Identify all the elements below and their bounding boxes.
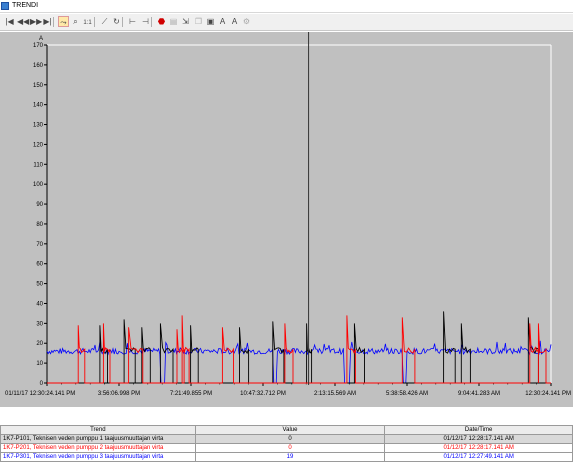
font-color-button[interactable]: A <box>229 16 240 27</box>
value-axis-button[interactable]: ⊣ <box>140 16 151 27</box>
trend-chart: A 0 10 20 30 40 50 60 70 80 90 100 110 120 130 140 150 16… <box>0 32 573 407</box>
x-tick-label: 10:47:32.712 PM <box>240 391 286 397</box>
y-tick-label: 120 <box>33 142 44 148</box>
value-axis-icon: ⊣ <box>142 17 149 26</box>
export-button[interactable]: ⇲ <box>180 16 191 27</box>
trend-datetime-cell: 01/12/17 12:28:17.141 AM <box>384 434 573 444</box>
y-tick-label: 20 <box>36 341 43 347</box>
font-color-icon: A <box>231 17 238 26</box>
refresh-button[interactable]: ↻ <box>111 16 122 27</box>
next-page-button[interactable]: ▶▶ <box>30 16 43 27</box>
y-tick-label: 80 <box>36 222 43 228</box>
zoom-button[interactable]: ⌕ <box>70 16 81 27</box>
y-axis-unit-label: A <box>39 36 43 42</box>
font-icon: A <box>219 17 226 26</box>
printer-icon: ▤ <box>169 17 178 26</box>
title-bar: TRENDI <box>0 0 573 13</box>
prev-page-button[interactable]: ◀◀ <box>17 16 30 27</box>
y-tick-label: 50 <box>36 282 43 288</box>
table-row[interactable]: 1K7-P301, Teknisen veden pumppu 3 taajuu… <box>0 452 573 462</box>
y-tick-label: 70 <box>36 242 43 248</box>
refresh-icon: ↻ <box>113 17 120 26</box>
y-tick-label: 30 <box>36 321 43 327</box>
export-icon: ⇲ <box>182 17 189 26</box>
series-line-pump-2 <box>47 315 551 384</box>
y-tick-label: 60 <box>36 262 43 268</box>
y-tick-label: 90 <box>36 202 43 208</box>
time-axis-button[interactable]: ⊢ <box>127 16 138 27</box>
y-tick-label: 150 <box>33 83 44 89</box>
settings-icon: ⚙ <box>242 17 251 26</box>
trend-window: TRENDI |◀ ◀◀ ▶▶ ▶| ⤳ ⌕ 1:1 ⟋ ↻ ⊢ ⊣ ⬣ ▤ ⇲ ❐ ▣ A A ⚙ A 0 10 20 3… <box>0 0 573 466</box>
toolbar-separator <box>122 17 123 27</box>
window-title: TRENDI <box>12 2 39 9</box>
trend-name-cell: 1K7-P301, Teknisen veden pumppu 3 taajuu… <box>0 452 196 462</box>
trend-value-cell: 0 <box>194 434 386 444</box>
fast-forward-icon: ▶▶ <box>30 17 43 26</box>
x-tick-label: 9:04:41.283 AM <box>458 391 500 397</box>
trend-mode-button[interactable]: ⤳ <box>58 16 69 27</box>
x-tick-label: 7:21:49.855 PM <box>170 391 212 397</box>
trend-name-cell: 1K7-P201, Teknisen veden pumppu 2 taajuu… <box>0 443 196 453</box>
last-page-button[interactable]: ▶| <box>42 16 53 27</box>
save-button[interactable]: ▣ <box>205 16 216 27</box>
column-header-datetime[interactable]: Date/Time <box>384 425 573 435</box>
toolbar: |◀ ◀◀ ▶▶ ▶| ⤳ ⌕ 1:1 ⟋ ↻ ⊢ ⊣ ⬣ ▤ ⇲ ❐ ▣ A A ⚙ <box>0 14 573 31</box>
time-axis-icon: ⊢ <box>129 17 136 26</box>
copy-button[interactable]: ❐ <box>193 16 204 27</box>
trend-datetime-cell: 01/12/17 12:28:17.141 AM <box>384 443 573 453</box>
y-tick-label: 130 <box>33 123 44 129</box>
rewind-icon: ◀◀ <box>17 17 30 26</box>
trend-legend-panel: Trend Value Date/Time 1K7-P101, Teknisen… <box>0 407 573 466</box>
x-tick-label: 5:38:58.426 AM <box>386 391 428 397</box>
save-icon: ▣ <box>206 17 215 26</box>
print-button[interactable]: ▤ <box>168 16 179 27</box>
y-tick-label: 140 <box>33 103 44 109</box>
copy-icon: ❐ <box>194 17 203 26</box>
toolbar-separator <box>53 17 54 27</box>
trend-legend-table: Trend Value Date/Time 1K7-P101, Teknisen… <box>0 425 573 462</box>
x-tick-label: 01/11/17 12:30:24.141 PM <box>5 391 75 397</box>
trend-name-cell: 1K7-P101, Teknisen veden pumppu 1 taajuu… <box>0 434 196 444</box>
line-chart-icon: ⟋ <box>101 17 108 26</box>
y-tick-label: 0 <box>40 381 44 387</box>
y-tick-label: 10 <box>36 361 43 367</box>
magnifier-icon: ⌕ <box>73 17 78 26</box>
skip-last-icon: ▶| <box>43 17 52 26</box>
series-line-pump-1 <box>47 311 551 384</box>
toolbar-separator <box>151 17 152 27</box>
line-style-button[interactable]: ⟋ <box>99 16 110 27</box>
zoom-reset-button[interactable]: 1:1 <box>82 16 93 27</box>
font-button[interactable]: A <box>217 16 228 27</box>
app-icon <box>1 2 9 10</box>
column-header-value[interactable]: Value <box>194 425 386 435</box>
stop-icon: ⬣ <box>158 17 165 26</box>
table-header-row: Trend Value Date/Time <box>0 425 573 435</box>
skip-first-icon: |◀ <box>5 17 14 26</box>
toolbar-separator <box>94 17 95 27</box>
trend-icon: ⤳ <box>60 18 67 27</box>
y-tick-label: 110 <box>33 162 43 168</box>
trend-value-cell: 19 <box>194 452 386 462</box>
trend-value-cell: 0 <box>194 443 386 453</box>
y-tick-label: 40 <box>36 301 43 307</box>
table-row[interactable]: 1K7-P201, Teknisen veden pumppu 2 taajuu… <box>0 443 573 453</box>
trend-datetime-cell: 01/12/17 12:27:49.141 AM <box>384 452 573 462</box>
x-tick-label: 2:13:15.569 AM <box>314 391 356 397</box>
trend-chart-svg: A 0 10 20 30 40 50 60 70 80 90 100 110 120 130 140 150 16… <box>5 32 571 397</box>
y-tick-label: 100 <box>33 182 44 188</box>
one-to-one-icon: 1:1 <box>83 20 92 26</box>
y-tick-label: 160 <box>33 63 44 69</box>
column-header-trend[interactable]: Trend <box>0 425 196 435</box>
stop-button[interactable]: ⬣ <box>156 16 167 27</box>
settings-button[interactable]: ⚙ <box>241 16 252 27</box>
series-line-pump-3 <box>46 340 552 384</box>
y-tick-label: 170 <box>33 43 44 49</box>
x-tick-label: 3:56:06.998 PM <box>98 391 140 397</box>
x-tick-label: 12:30:24.141 PM <box>525 391 571 397</box>
first-page-button[interactable]: |◀ <box>4 16 15 27</box>
table-row[interactable]: 1K7-P101, Teknisen veden pumppu 1 taajuu… <box>0 434 573 444</box>
